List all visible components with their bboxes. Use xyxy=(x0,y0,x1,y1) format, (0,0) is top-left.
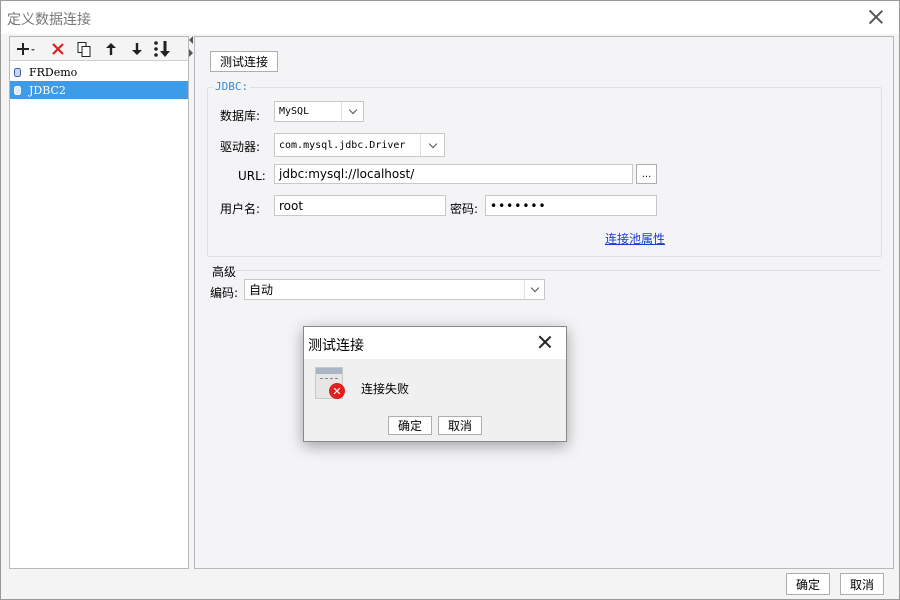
database-select[interactable]: MySQL xyxy=(274,101,364,122)
titlebar: 定义数据连接 xyxy=(1,1,899,34)
dialog-titlebar: 测试连接 xyxy=(304,327,566,359)
window-title: 定义数据连接 xyxy=(7,12,91,28)
chevron-down-icon[interactable] xyxy=(420,134,444,156)
username-input[interactable]: root xyxy=(274,195,446,216)
delete-connection-button[interactable] xyxy=(48,39,68,59)
connection-detail-panel: 测试连接 JDBC: 数据库: MySQL 驱动器: com.mysql.jdb… xyxy=(194,36,894,569)
test-connection-dialog: 测试连接 ✕ 连接失败 确定 取消 xyxy=(303,326,567,442)
dialog-ok-button[interactable]: 确定 xyxy=(388,416,432,435)
copy-icon xyxy=(77,42,91,57)
database-icon xyxy=(14,67,21,77)
dialog-cancel-button[interactable]: 取消 xyxy=(438,416,482,435)
delete-icon xyxy=(52,43,64,55)
dialog-title: 测试连接 xyxy=(308,338,364,354)
expand-right-icon[interactable] xyxy=(189,49,193,57)
database-value: MySQL xyxy=(279,106,310,117)
connection-error-icon: ✕ xyxy=(315,367,345,401)
chevron-down-icon[interactable] xyxy=(341,102,363,121)
dialog-close-icon[interactable] xyxy=(538,335,552,349)
data-connection-window: 定义数据连接 FRDemo JDBC2 测试连接 JDBC: 数据库: MySQ… xyxy=(0,0,900,600)
arrow-up-icon xyxy=(106,43,116,55)
dialog-message: 连接失败 xyxy=(361,382,410,396)
encoding-select[interactable]: 自动 xyxy=(244,279,545,300)
encoding-value: 自动 xyxy=(249,283,274,297)
advanced-separator xyxy=(231,270,881,271)
jdbc-legend: JDBC: xyxy=(213,80,251,93)
driver-value: com.mysql.jdbc.Driver xyxy=(279,139,406,151)
advanced-header: 高级 xyxy=(212,265,237,279)
move-up-button[interactable] xyxy=(102,39,120,59)
url-input[interactable]: jdbc:mysql://localhost/ xyxy=(274,164,633,184)
connection-toolbar xyxy=(10,37,188,61)
url-browse-button[interactable]: ... xyxy=(636,164,657,184)
driver-label: 驱动器: xyxy=(220,140,261,154)
cancel-button[interactable]: 取消 xyxy=(840,573,884,595)
url-value: jdbc:mysql://localhost/ xyxy=(279,167,415,181)
arrow-down-icon xyxy=(132,43,142,55)
url-label: URL: xyxy=(238,169,266,183)
database-icon xyxy=(14,85,21,95)
password-input[interactable]: ••••••• xyxy=(485,195,657,216)
username-value: root xyxy=(279,198,304,213)
driver-select[interactable]: com.mysql.jdbc.Driver xyxy=(274,133,445,157)
connection-item-jdbc2[interactable]: JDBC2 xyxy=(10,81,188,99)
move-down-button[interactable] xyxy=(128,39,146,59)
ok-button[interactable]: 确定 xyxy=(786,573,830,595)
password-label: 密码: xyxy=(450,202,479,216)
test-connection-button[interactable]: 测试连接 xyxy=(210,51,278,72)
connection-pool-link[interactable]: 连接池属性 xyxy=(605,230,665,247)
password-value: ••••••• xyxy=(490,198,547,213)
connection-item-frdemo[interactable]: FRDemo xyxy=(10,63,188,81)
copy-connection-button[interactable] xyxy=(74,39,94,59)
sort-button[interactable] xyxy=(152,39,174,59)
username-label: 用户名: xyxy=(220,202,261,216)
encoding-label: 编码: xyxy=(210,286,239,300)
collapse-left-icon[interactable] xyxy=(189,36,193,44)
connection-list: FRDemo JDBC2 xyxy=(10,63,188,99)
connection-item-label: JDBC2 xyxy=(29,83,66,97)
plus-icon xyxy=(17,43,35,55)
chevron-down-icon[interactable] xyxy=(524,280,544,299)
add-connection-button[interactable] xyxy=(14,39,38,59)
close-icon[interactable] xyxy=(867,8,885,26)
database-label: 数据库: xyxy=(220,109,261,123)
connection-item-label: FRDemo xyxy=(29,65,78,79)
sort-icon xyxy=(154,41,170,57)
connection-list-panel: FRDemo JDBC2 xyxy=(9,36,189,569)
